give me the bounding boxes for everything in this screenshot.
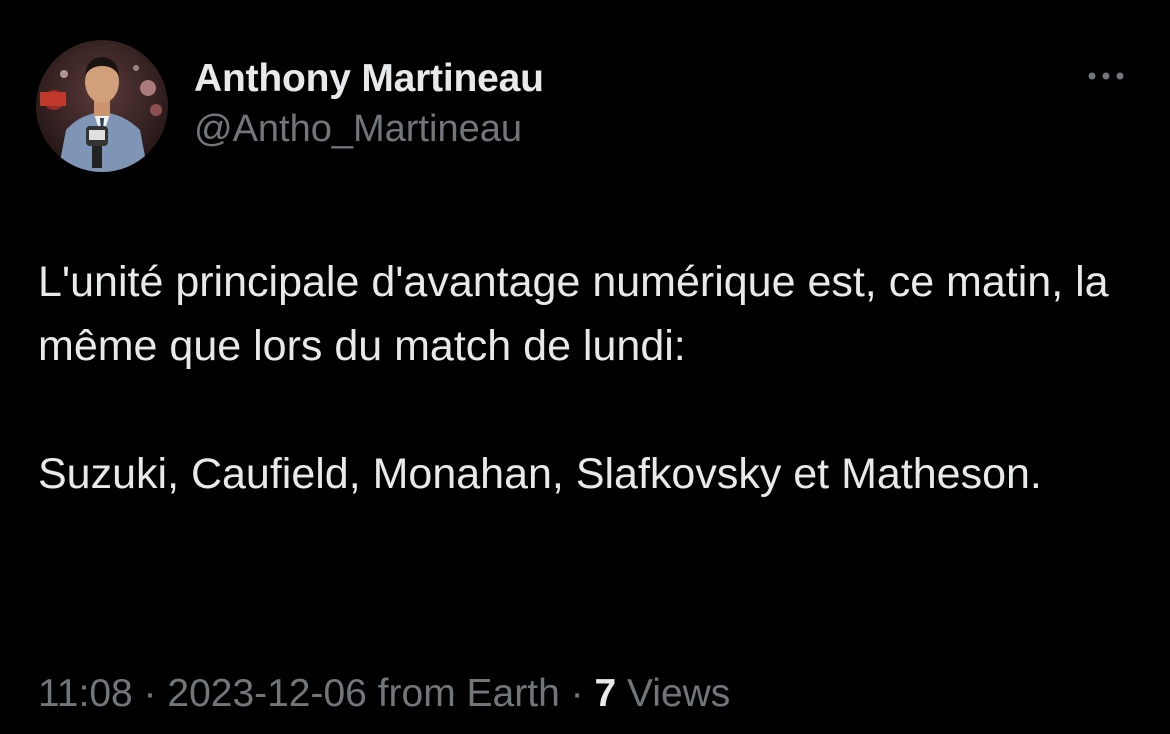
tweet-paragraph: Suzuki, Caufield, Monahan, Slafkovsky et… — [38, 450, 1042, 498]
tweet-card: Anthony Martineau @Antho_Martineau L'uni… — [0, 0, 1170, 734]
views-count[interactable]: 7 — [594, 672, 616, 715]
more-options-button[interactable] — [1080, 60, 1132, 92]
tweet-body: L'unité principale d'avantage numérique … — [38, 250, 1138, 506]
tweet-time[interactable]: 11:08 — [38, 672, 133, 715]
more-dots-icon — [1088, 72, 1124, 80]
tweet-paragraph: L'unité principale d'avantage numérique … — [38, 258, 1109, 370]
author-info[interactable]: Anthony Martineau @Antho_Martineau — [194, 56, 544, 152]
tweet-date[interactable]: 2023-12-06 — [167, 672, 367, 715]
separator-dot: · — [559, 672, 595, 715]
avatar-image — [36, 40, 168, 172]
views-label[interactable]: Views — [616, 672, 730, 715]
author-display-name[interactable]: Anthony Martineau — [194, 56, 544, 102]
tweet-metadata: 11:08 · 2023-12-06 from Earth · 7 Views — [38, 668, 730, 720]
author-handle[interactable]: @Antho_Martineau — [194, 106, 544, 152]
tweet-source: from Earth — [366, 672, 560, 715]
avatar[interactable] — [36, 40, 168, 172]
separator-dot: · — [132, 672, 168, 715]
